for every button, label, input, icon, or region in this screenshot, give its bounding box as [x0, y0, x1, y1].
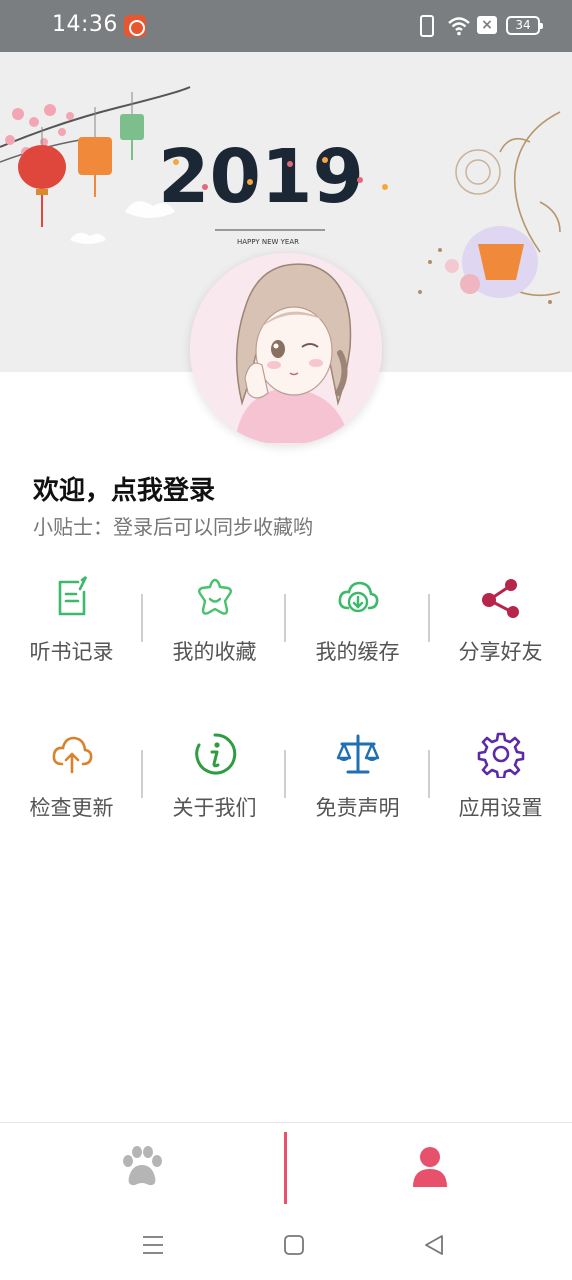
nav-active-indicator: [284, 1132, 287, 1204]
menu-item-app-settings[interactable]: 应用设置: [429, 724, 572, 834]
menu-label: 检查更新: [29, 796, 114, 820]
menu-label: 应用设置: [458, 796, 543, 820]
menu-item-about-us[interactable]: 关于我们: [143, 724, 286, 834]
menu-icon[interactable]: [142, 1234, 164, 1256]
menu-grid-row-1: 听书记录 我的收藏 我的缓存 分享好友: [0, 568, 572, 678]
menu-item-listen-history[interactable]: 听书记录: [0, 568, 143, 678]
menu-item-check-update[interactable]: 检查更新: [0, 724, 143, 834]
menu-label: 我的缓存: [315, 640, 400, 664]
paw-icon[interactable]: [118, 1145, 166, 1189]
menu-item-share[interactable]: 分享好友: [429, 568, 572, 678]
gear-icon: [477, 732, 524, 778]
user-icon[interactable]: [410, 1145, 450, 1189]
login-prompt[interactable]: 欢迎，点我登录: [33, 470, 215, 507]
banner-year-text: 2019: [158, 134, 364, 220]
wifi-icon: [448, 17, 470, 36]
bottom-navigation: [0, 1122, 572, 1212]
system-navigation-bar: [0, 1212, 572, 1280]
vibrate-icon: [420, 15, 434, 37]
scale-icon: [336, 734, 379, 774]
avatar-illustration: [190, 253, 382, 445]
home-square-icon[interactable]: [283, 1234, 305, 1256]
login-tip: 小贴士：登录后可以同步收藏哟: [33, 515, 313, 539]
back-triangle-icon[interactable]: [423, 1234, 445, 1256]
cloud-upload-icon: [52, 736, 92, 774]
app-notification-icon: [124, 15, 146, 37]
menu-grid-row-2: 检查更新 关于我们 免责声明 应用设置: [0, 724, 572, 834]
share-icon: [481, 579, 519, 618]
avatar[interactable]: [190, 253, 382, 445]
menu-label: 听书记录: [29, 640, 114, 664]
menu-item-favorites[interactable]: 我的收藏: [143, 568, 286, 678]
status-bar: 14:36 × 34: [0, 0, 572, 52]
menu-label: 我的收藏: [172, 640, 257, 664]
menu-item-cache[interactable]: 我的缓存: [286, 568, 429, 678]
menu-label: 免责声明: [315, 796, 400, 820]
menu-item-disclaimer[interactable]: 免责声明: [286, 724, 429, 834]
history-record-icon: [58, 575, 87, 616]
cloud-download-icon: [338, 581, 378, 613]
status-time: 14:36: [52, 12, 118, 37]
sim-x-icon: ×: [477, 16, 497, 34]
menu-label: 分享好友: [458, 640, 543, 664]
menu-label: 关于我们: [172, 796, 257, 820]
info-icon: [194, 733, 236, 775]
banner-year-subtitle: HAPPY NEW YEAR: [237, 238, 299, 246]
star-favorite-icon: [197, 578, 232, 615]
battery-indicator: 34: [506, 16, 543, 35]
